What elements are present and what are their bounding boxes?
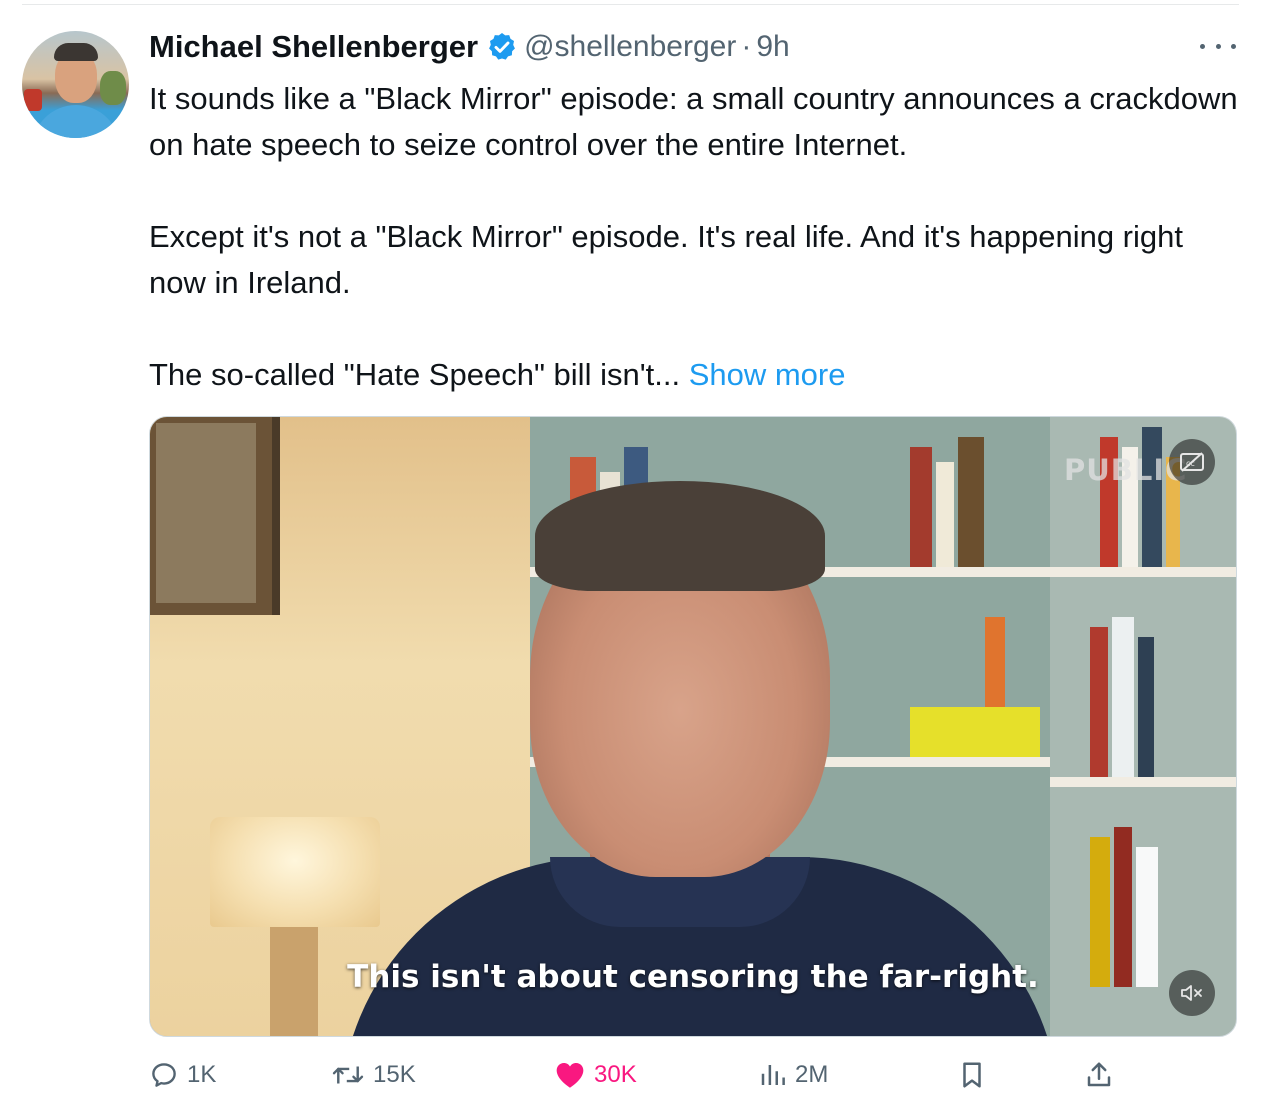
timestamp[interactable]: 9h — [756, 30, 789, 64]
tweet-header: Michael Shellenberger @shellenberger · 9… — [149, 27, 790, 67]
reply-button[interactable]: 1K — [149, 1052, 216, 1098]
views-button[interactable]: 2M — [759, 1052, 828, 1098]
author-name[interactable]: Michael Shellenberger — [149, 29, 478, 65]
video-caption: This isn't about censoring the far-right… — [347, 959, 1039, 995]
top-divider — [22, 4, 1239, 5]
like-button[interactable]: 30K — [554, 1052, 637, 1098]
bookmark-icon — [963, 1062, 981, 1088]
tweet-paragraph-1: It sounds like a "Black Mirror" episode:… — [149, 81, 1238, 162]
reply-icon — [152, 1063, 176, 1087]
share-button[interactable] — [1084, 1052, 1122, 1098]
repost-button[interactable]: 15K — [331, 1052, 416, 1098]
reply-count: 1K — [187, 1061, 217, 1088]
video-player[interactable]: PUBLIC cc This isn't about censoring the… — [149, 416, 1237, 1037]
verified-badge-icon — [489, 33, 515, 60]
video-lamp — [210, 817, 380, 927]
separator-dot: · — [741, 30, 752, 63]
views-count: 2M — [795, 1061, 829, 1088]
views-icon — [761, 1065, 785, 1085]
video-picture-frame — [150, 417, 280, 615]
tweet-paragraph-3: The so-called "Hate Speech" bill isn't..… — [149, 352, 1239, 398]
tweet-paragraph-2: Except it's not a "Black Mirror" episode… — [149, 219, 1183, 300]
repost-count: 15K — [373, 1061, 416, 1088]
mute-icon[interactable] — [1169, 970, 1215, 1016]
repost-icon — [332, 1066, 364, 1084]
author-handle[interactable]: @shellenberger — [524, 30, 736, 64]
closed-captions-icon[interactable]: cc — [1169, 439, 1215, 485]
action-bar: 1K 15K 30K 2M — [149, 1052, 1239, 1098]
tweet-text: It sounds like a "Black Mirror" episode:… — [149, 76, 1239, 398]
show-more-link[interactable]: Show more — [689, 357, 846, 392]
share-icon — [1087, 1062, 1111, 1087]
like-count: 30K — [594, 1061, 637, 1088]
avatar[interactable] — [22, 31, 129, 138]
bookmark-button[interactable] — [959, 1052, 993, 1098]
like-icon — [556, 1063, 584, 1088]
more-options-icon[interactable] — [1200, 36, 1236, 56]
video-bookshelf-right — [1050, 417, 1236, 1036]
tweet-paragraph-3-text: The so-called "Hate Speech" bill isn't..… — [149, 357, 681, 392]
